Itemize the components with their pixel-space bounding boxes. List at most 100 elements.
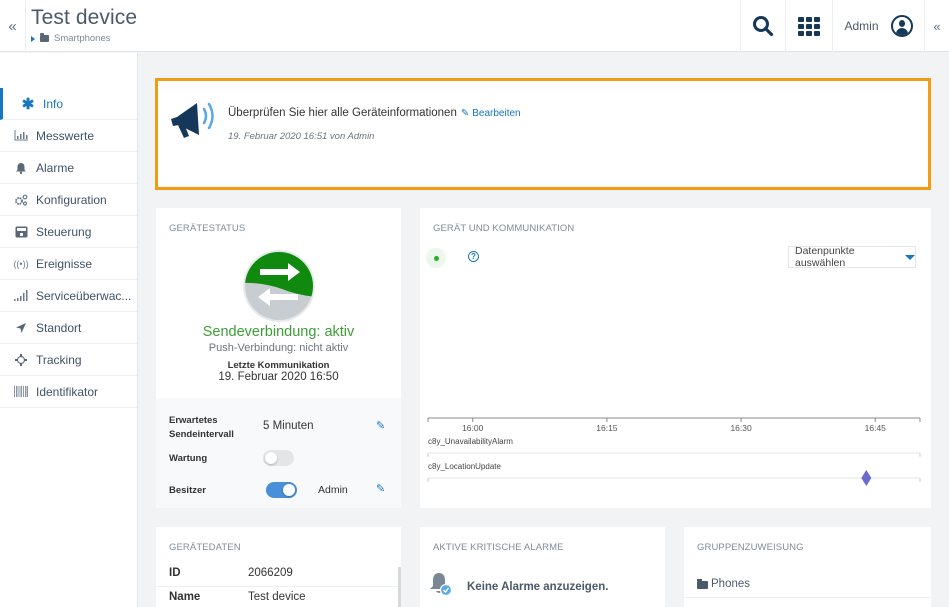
group-label: Phones	[711, 578, 751, 590]
sidebar-item-standort[interactable]: Standort	[0, 312, 137, 344]
sidebar-item-ereignisse[interactable]: ((•)) Ereignisse	[0, 248, 137, 280]
card-title: Aktive kritische Alarme	[433, 542, 564, 553]
bell-icon	[14, 162, 28, 174]
owner-label: Besitzer	[169, 485, 206, 496]
device-communication-card: Gerät und Kommunikation ? Datenpunkte au…	[420, 208, 931, 508]
double-chevron-left-icon: «	[8, 17, 17, 35]
table-row: ID 2066209	[156, 563, 398, 587]
bar-chart-icon	[14, 130, 28, 141]
sidebar-item-label: Konfiguration	[36, 192, 107, 207]
info-message-date: 19. Februar 2020 16:51 von Admin	[228, 131, 375, 142]
axis-tick-label: 16:00	[462, 423, 484, 433]
maintenance-toggle[interactable]	[263, 450, 294, 466]
pencil-icon: ✎	[460, 107, 470, 119]
sidebar-item-label: Tracking	[36, 352, 82, 367]
search-icon	[753, 16, 774, 37]
sidebar-item-label: Steuerung	[36, 224, 92, 239]
bell-check-icon	[430, 573, 453, 597]
row-value: 2066209	[248, 567, 293, 579]
no-alarms-message: Keine Alarme anzuzeigen.	[467, 581, 609, 593]
card-title: Gerätestatus	[169, 223, 246, 234]
owner-value: Admin	[318, 484, 348, 496]
app-header: « Test device Smartphones Admin «	[0, 0, 949, 52]
sidebar-item-label: Info	[43, 96, 64, 111]
asterisk-icon: ✱	[21, 95, 35, 113]
sidebar-item-messwerte[interactable]: Messwerte	[0, 120, 137, 152]
folder-icon	[40, 33, 49, 42]
connection-status-icon	[243, 250, 315, 322]
sidebar-item-tracking[interactable]: Tracking	[0, 344, 137, 376]
breadcrumb-item-smartphones[interactable]: Smartphones	[54, 33, 111, 44]
timeline-row-label: c8y_UnavailabilityAlarm	[428, 437, 513, 446]
row-value: Test device	[248, 591, 306, 603]
sidebar-item-label: Standort	[36, 320, 82, 335]
collapse-sidebar-button[interactable]: «	[0, 0, 26, 52]
device-settings: Erwartetes Sendeintervall 5 Minuten ✎ War…	[156, 398, 401, 508]
location-arrow-icon	[14, 322, 28, 334]
sidebar-item-label: Identifikator	[36, 384, 99, 399]
user-circle-icon	[890, 15, 913, 37]
crosshair-icon	[14, 353, 28, 366]
device-status-card: Gerätestatus Sendeverbindung: aktiv Push…	[156, 208, 401, 508]
sidebar-item-identifikator[interactable]: Identifikator	[0, 376, 137, 408]
last-communication-label: Letzte Kommunikation	[227, 360, 330, 371]
interval-value: 5 Minuten	[263, 420, 314, 432]
user-name: Admin	[844, 19, 879, 33]
card-title: Gruppenzuweisung	[697, 542, 804, 553]
sidebar-item-label: Messwerte	[36, 128, 95, 143]
barcode-icon	[14, 386, 28, 397]
double-chevron-left-icon: «	[933, 18, 941, 34]
caret-right-icon[interactable]	[31, 35, 35, 42]
gears-icon	[14, 194, 28, 206]
megaphone-icon	[171, 102, 214, 138]
edit-owner-pencil-icon[interactable]: ✎	[376, 482, 385, 495]
user-menu-button[interactable]: Admin	[832, 0, 924, 52]
control-panel-icon	[14, 226, 28, 238]
edit-message-link[interactable]: ✎ Bearbeiten	[461, 108, 521, 119]
owner-toggle[interactable]	[266, 482, 297, 498]
axis-tick-label: 16:30	[730, 423, 752, 433]
sidebar-item-alarme[interactable]: Alarme	[0, 152, 137, 184]
info-message: Überprüfen Sie hier alle Geräteinformati…	[228, 107, 521, 119]
edit-interval-pencil-icon[interactable]: ✎	[376, 419, 385, 432]
sidebar-item-steuerung[interactable]: Steuerung	[0, 216, 137, 248]
folder-icon	[697, 578, 708, 589]
apps-grid-icon	[798, 16, 820, 36]
row-key: Name	[169, 591, 201, 603]
last-communication-value: 19. Februar 2020 16:50	[218, 371, 339, 383]
signal-bars-icon	[14, 290, 28, 301]
group-assignment-card: Gruppenzuweisung Phones	[684, 527, 931, 607]
breadcrumb: Smartphones	[31, 33, 111, 44]
sidebar-item-konfiguration[interactable]: Konfiguration	[0, 184, 137, 216]
app-switcher-button[interactable]	[785, 0, 832, 52]
edit-label: Bearbeiten	[472, 107, 521, 119]
axis-tick-label: 16:15	[596, 423, 618, 433]
maintenance-label: Wartung	[169, 453, 208, 464]
sidebar-item-info[interactable]: ✱ Info	[0, 88, 137, 120]
timeline-event-marker	[861, 470, 872, 486]
axis-tick-label: 16:45	[865, 423, 887, 433]
sidebar-nav: ✱ Info Messwerte Alarme Konfiguration St…	[0, 53, 138, 607]
push-connection-status: Push-Verbindung: nicht aktiv	[208, 342, 349, 354]
interval-label: Erwartetes Sendeintervall	[169, 415, 234, 440]
table-row: Name Test device	[156, 587, 398, 607]
collapse-right-panel-button[interactable]: «	[924, 0, 949, 52]
info-message-card: Überprüfen Sie hier alle Geräteinformati…	[155, 78, 931, 190]
info-message-text: Überprüfen Sie hier alle Geräteinformati…	[228, 107, 457, 119]
device-data-card: Gerätedaten ID 2066209 Name Test device	[156, 527, 401, 607]
scrollbar[interactable]	[398, 567, 401, 607]
group-item[interactable]: Phones	[684, 571, 931, 598]
event-timeline: 16:00 16:15 16:30 16:45 c8y_UnavailabilityAl…	[427, 417, 921, 486]
search-button[interactable]	[740, 0, 785, 52]
timeline-row-label: c8y_LocationUpdate	[428, 462, 501, 471]
row-key: ID	[169, 567, 181, 579]
page-title: Test device	[31, 6, 138, 29]
broadcast-icon: ((•))	[13, 258, 29, 269]
send-connection-status: Sendeverbindung: aktiv	[202, 324, 355, 340]
critical-alarms-card: Aktive kritische Alarme Keine Alarme anz…	[420, 527, 665, 607]
sidebar-item-serviceueberwachung[interactable]: Serviceüberwac...	[0, 280, 137, 312]
card-title: Gerätedaten	[169, 542, 241, 553]
sidebar-item-label: Ereignisse	[36, 256, 93, 271]
sidebar-item-label: Alarme	[36, 160, 75, 175]
sidebar-item-label: Serviceüberwac...	[36, 288, 132, 303]
